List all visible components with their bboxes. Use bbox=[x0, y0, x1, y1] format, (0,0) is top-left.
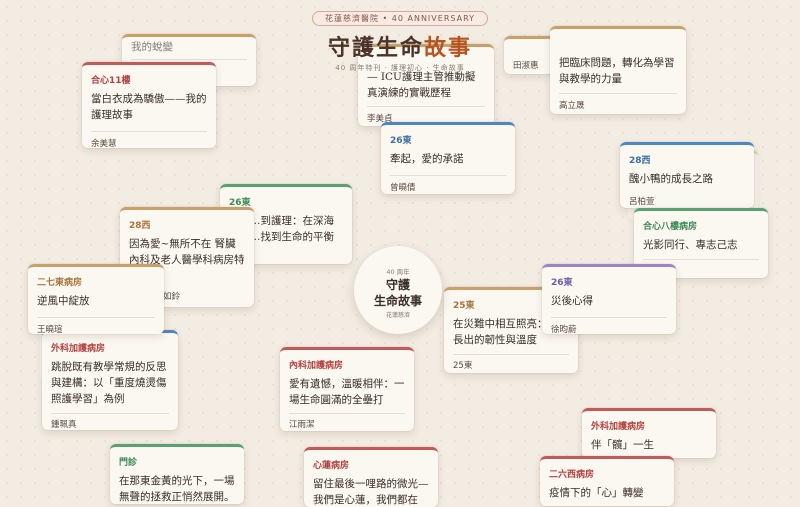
story-author: 曾曉倩 bbox=[390, 183, 416, 193]
story-title: 疫情下的「心」轉變 bbox=[549, 487, 644, 499]
anniversary-badge: 花蓮慈濟醫院 • 40 ANNIVERSARY bbox=[311, 11, 489, 26]
story-title: 在那東金黃的光下，一場無聲的拯救正悄然展開。 bbox=[119, 475, 235, 503]
divider bbox=[390, 175, 506, 176]
story-author: 高立晟 bbox=[559, 101, 585, 111]
divider bbox=[551, 317, 667, 318]
ward-label: 合心八樓病房 bbox=[643, 222, 698, 232]
title-main: 守護生命 bbox=[327, 35, 424, 61]
hub-title-line2: 生命故事 bbox=[373, 294, 422, 308]
center-hub[interactable]: 40 周年 守護 生命故事 花蓮慈濟 bbox=[354, 246, 442, 334]
story-title: 留住最後一哩路的微光—我們是心蓮，我們都在 bbox=[313, 478, 429, 506]
story-author: 25東 bbox=[453, 361, 473, 371]
divider bbox=[559, 93, 677, 94]
ward-label: 內科加護病房 bbox=[289, 361, 344, 371]
ward-label: 外科加護病房 bbox=[591, 422, 646, 432]
story-card[interactable]: 26東 災後心得 徐昀蔚 bbox=[542, 264, 676, 334]
page-header: 花蓮慈濟醫院 • 40 ANNIVERSARY 守護生命故事 40 周年特刊 ·… bbox=[0, 6, 800, 73]
page-subtitle: 40 周年特刊 · 護理初心 · 生命故事 bbox=[335, 64, 465, 72]
story-author: 余美慧 bbox=[91, 139, 117, 148]
hub-label: 40 周年 bbox=[386, 268, 410, 276]
story-author: 江雨潔 bbox=[289, 420, 315, 430]
story-title: 災後心得 bbox=[551, 295, 593, 307]
ward-label: 門診 bbox=[119, 458, 138, 468]
story-title: 牽起，愛的承諾 bbox=[390, 153, 464, 165]
story-card[interactable]: 外科加護病房 跳脫既有教學常規的反思與建構：以「重度燒燙傷照護學習」為例 鍾珮真 bbox=[42, 330, 178, 430]
story-card[interactable]: 26東 牽起，愛的承諾 曾曉倩 bbox=[381, 122, 515, 194]
ward-label: 26東 bbox=[390, 136, 412, 146]
divider bbox=[51, 413, 169, 414]
story-author: 鍾珮真 bbox=[51, 420, 77, 430]
story-title: 跳脫既有教學常規的反思與建構：以「重度燒燙傷照護學習」為例 bbox=[51, 361, 167, 405]
divider bbox=[367, 106, 485, 107]
story-title: 醜小鴨的成長之路 bbox=[629, 173, 713, 185]
page-title: 守護生命故事 bbox=[0, 30, 800, 62]
story-title: 光影同行、專志己志 bbox=[643, 239, 738, 251]
story-title: 當白衣成為驕傲——我的護理故事 bbox=[91, 93, 207, 121]
story-card[interactable]: 門診 在那東金黃的光下，一場無聲的拯救正悄然展開。 bbox=[110, 444, 244, 504]
divider bbox=[453, 354, 569, 355]
ward-label: 外科加護病房 bbox=[51, 344, 106, 354]
story-card[interactable]: 外科加護病房 伴「髖」一生 bbox=[582, 408, 716, 458]
ward-label: 合心11樓 bbox=[91, 76, 131, 86]
story-card[interactable]: 二七東病房 逆風中綻放 王曉瑄 bbox=[28, 264, 164, 334]
story-title: 愛有遺憾，溫暖相伴：一場生命圓滿的全壘打 bbox=[289, 378, 405, 406]
story-title: — ICU護理主管推動擬真演練的實戰歷程 bbox=[367, 71, 476, 99]
story-card[interactable]: 28西 醜小鴨的成長之路 呂柏萱 bbox=[620, 142, 754, 208]
story-card[interactable]: 內科加護病房 愛有遺憾，溫暖相伴：一場生命圓滿的全壘打 江雨潔 bbox=[280, 347, 414, 431]
ward-label: 心蓮病房 bbox=[313, 461, 350, 471]
story-card[interactable]: 心蓮病房 留住最後一哩路的微光—我們是心蓮，我們都在 bbox=[304, 447, 438, 507]
ward-label: 26東 bbox=[551, 278, 573, 288]
story-title: 逆風中綻放 bbox=[37, 295, 90, 307]
ward-label: 28西 bbox=[129, 221, 151, 231]
divider bbox=[643, 259, 759, 260]
hub-title-line1: 守護 bbox=[385, 278, 410, 292]
ward-label: 二六西病房 bbox=[549, 470, 595, 480]
story-author: 徐昀蔚 bbox=[551, 325, 577, 334]
story-author: 呂柏萱 bbox=[629, 197, 655, 207]
story-card[interactable]: 二六西病房 疫情下的「心」轉變 bbox=[540, 456, 674, 506]
hub-footer: 花蓮慈濟 bbox=[385, 312, 410, 319]
divider bbox=[37, 317, 155, 318]
ward-label: 28西 bbox=[629, 156, 651, 166]
story-title: 伴「髖」一生 bbox=[591, 439, 654, 451]
ward-label: 二七東病房 bbox=[37, 278, 83, 288]
story-author: 王曉瑄 bbox=[37, 325, 63, 334]
divider bbox=[289, 413, 405, 414]
story-card[interactable]: 合心11樓 當白衣成為驕傲——我的護理故事 余美慧 bbox=[82, 62, 216, 148]
title-accent: 故事 bbox=[424, 35, 473, 61]
divider bbox=[91, 131, 207, 132]
